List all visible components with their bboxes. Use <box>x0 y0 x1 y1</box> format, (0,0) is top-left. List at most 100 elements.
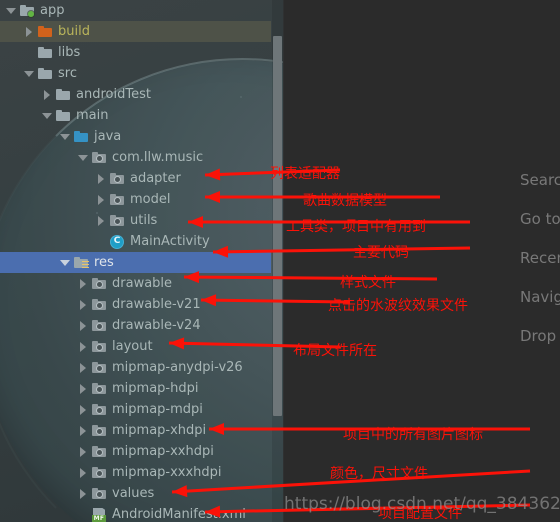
editor-empty-state: Searc Go to Recen Navig Drop <box>284 0 560 522</box>
folder-source-icon <box>73 129 89 145</box>
folder-package-icon <box>91 150 107 166</box>
android-manifest-icon: MF <box>91 507 107 522</box>
tree-row-mipmap-anydpi-v26[interactable]: mipmap-anydpi-v26 <box>0 357 271 378</box>
tree-row-label: mipmap-xxhdpi <box>112 444 214 459</box>
chevron-down-icon[interactable] <box>6 5 17 16</box>
chevron-right-icon[interactable] <box>78 446 89 457</box>
chevron-right-icon[interactable] <box>96 215 107 226</box>
editor-hint-3: Recen <box>520 249 560 267</box>
tree-row-drawable[interactable]: drawable <box>0 273 271 294</box>
tree-row-mipmap-xhdpi[interactable]: mipmap-xhdpi <box>0 420 271 441</box>
editor-hint-1: Searc <box>520 171 560 189</box>
tree-row-res[interactable]: res <box>0 252 271 273</box>
tree-row-label: utils <box>130 213 158 228</box>
tree-row-label: adapter <box>130 171 181 186</box>
tree-row-label: libs <box>58 45 81 60</box>
folder-package-icon <box>91 402 107 418</box>
chevron-right-icon[interactable] <box>78 404 89 415</box>
chevron-right-icon[interactable] <box>78 425 89 436</box>
folder-package-icon <box>91 423 107 439</box>
chevron-down-icon[interactable] <box>78 152 89 163</box>
toggle-spacer <box>78 509 89 520</box>
tree-row-label: model <box>130 192 171 207</box>
chevron-down-icon[interactable] <box>24 68 35 79</box>
chevron-right-icon[interactable] <box>42 89 53 100</box>
project-tool-window[interactable]: app build libs src androidTest main java com.ll… <box>0 0 283 522</box>
chevron-right-icon[interactable] <box>78 383 89 394</box>
tree-row-label: MainActivity <box>130 234 210 249</box>
tree-row-layout[interactable]: layout <box>0 336 271 357</box>
tree-row-mipmap-mdpi[interactable]: mipmap-mdpi <box>0 399 271 420</box>
folder-package-icon <box>109 192 125 208</box>
editor-hint-5: Drop <box>520 327 557 345</box>
tree-row-main[interactable]: main <box>0 105 271 126</box>
tree-row-mipmap-xxxhdpi[interactable]: mipmap-xxxhdpi <box>0 462 271 483</box>
chevron-right-icon[interactable] <box>78 278 89 289</box>
tree-row-label: layout <box>112 339 153 354</box>
watermark: https://blog.csdn.net/qq_38436214 <box>284 494 560 514</box>
tree-row-label: drawable <box>112 276 173 291</box>
tree-row-label: mipmap-anydpi-v26 <box>112 360 243 375</box>
tree-row-drawable-v21[interactable]: drawable-v21 <box>0 294 271 315</box>
tree-row-model[interactable]: model <box>0 189 271 210</box>
folder-icon <box>37 45 53 61</box>
tree-row-adapter[interactable]: adapter <box>0 168 271 189</box>
tree-row-androidmanifest-xml[interactable]: MF AndroidManifest.xml <box>0 504 271 522</box>
tree-row-com-llw-music[interactable]: com.llw.music <box>0 147 271 168</box>
tree-row-label: main <box>76 108 109 123</box>
chevron-right-icon[interactable] <box>78 362 89 373</box>
tree-row-label: values <box>112 486 155 501</box>
tree-row-libs[interactable]: libs <box>0 42 271 63</box>
tree-row-drawable-v24[interactable]: drawable-v24 <box>0 315 271 336</box>
chevron-down-icon[interactable] <box>42 110 53 121</box>
tree-row-mipmap-hdpi[interactable]: mipmap-hdpi <box>0 378 271 399</box>
chevron-right-icon[interactable] <box>78 467 89 478</box>
folder-package-icon <box>91 444 107 460</box>
tree-row-label: androidTest <box>76 87 151 102</box>
tree-row-label: AndroidManifest.xml <box>112 507 246 522</box>
editor-hint-2: Go to <box>520 210 560 228</box>
folder-package-icon <box>91 486 107 502</box>
tree-row-label: mipmap-hdpi <box>112 381 199 396</box>
folder-package-icon <box>109 171 125 187</box>
folder-icon <box>55 87 71 103</box>
chevron-down-icon[interactable] <box>60 257 71 268</box>
tree-row-androidtest[interactable]: androidTest <box>0 84 271 105</box>
chevron-right-icon[interactable] <box>78 488 89 499</box>
tree-row-app[interactable]: app <box>0 0 271 21</box>
project-tree-scrollbar[interactable] <box>272 0 283 522</box>
chevron-right-icon[interactable] <box>24 26 35 37</box>
chevron-right-icon[interactable] <box>78 341 89 352</box>
folder-icon <box>55 108 71 124</box>
tree-row-label: mipmap-mdpi <box>112 402 203 417</box>
tree-row-label: app <box>40 3 65 18</box>
tree-row-src[interactable]: src <box>0 63 271 84</box>
chevron-right-icon[interactable] <box>78 299 89 310</box>
folder-package-icon <box>91 339 107 355</box>
chevron-right-icon[interactable] <box>78 320 89 331</box>
tree-row-mainactivity[interactable]: C MainActivity <box>0 231 271 252</box>
folder-package-icon <box>91 318 107 334</box>
tree-row-label: java <box>94 129 122 144</box>
chevron-right-icon[interactable] <box>96 173 107 184</box>
chevron-right-icon[interactable] <box>96 194 107 205</box>
chevron-down-icon[interactable] <box>60 131 71 142</box>
tree-row-mipmap-xxhdpi[interactable]: mipmap-xxhdpi <box>0 441 271 462</box>
folder-package-icon <box>91 360 107 376</box>
tree-row-utils[interactable]: utils <box>0 210 271 231</box>
tree-row-values[interactable]: values <box>0 483 271 504</box>
tree-row-java[interactable]: java <box>0 126 271 147</box>
tree-row-build[interactable]: build <box>0 21 271 42</box>
tree-row-label: mipmap-xhdpi <box>112 423 207 438</box>
java-class-icon: C <box>109 234 125 250</box>
folder-res-icon <box>73 255 89 271</box>
folder-package-icon <box>91 381 107 397</box>
folder-package-icon <box>91 297 107 313</box>
project-tree[interactable]: app build libs src androidTest main java com.ll… <box>0 0 271 522</box>
folder-package-icon <box>91 276 107 292</box>
folder-build-icon <box>37 24 53 40</box>
scrollbar-thumb[interactable] <box>273 36 282 416</box>
tree-row-label: drawable-v21 <box>112 297 201 312</box>
folder-module-icon <box>19 3 35 19</box>
tree-row-label: src <box>58 66 77 81</box>
